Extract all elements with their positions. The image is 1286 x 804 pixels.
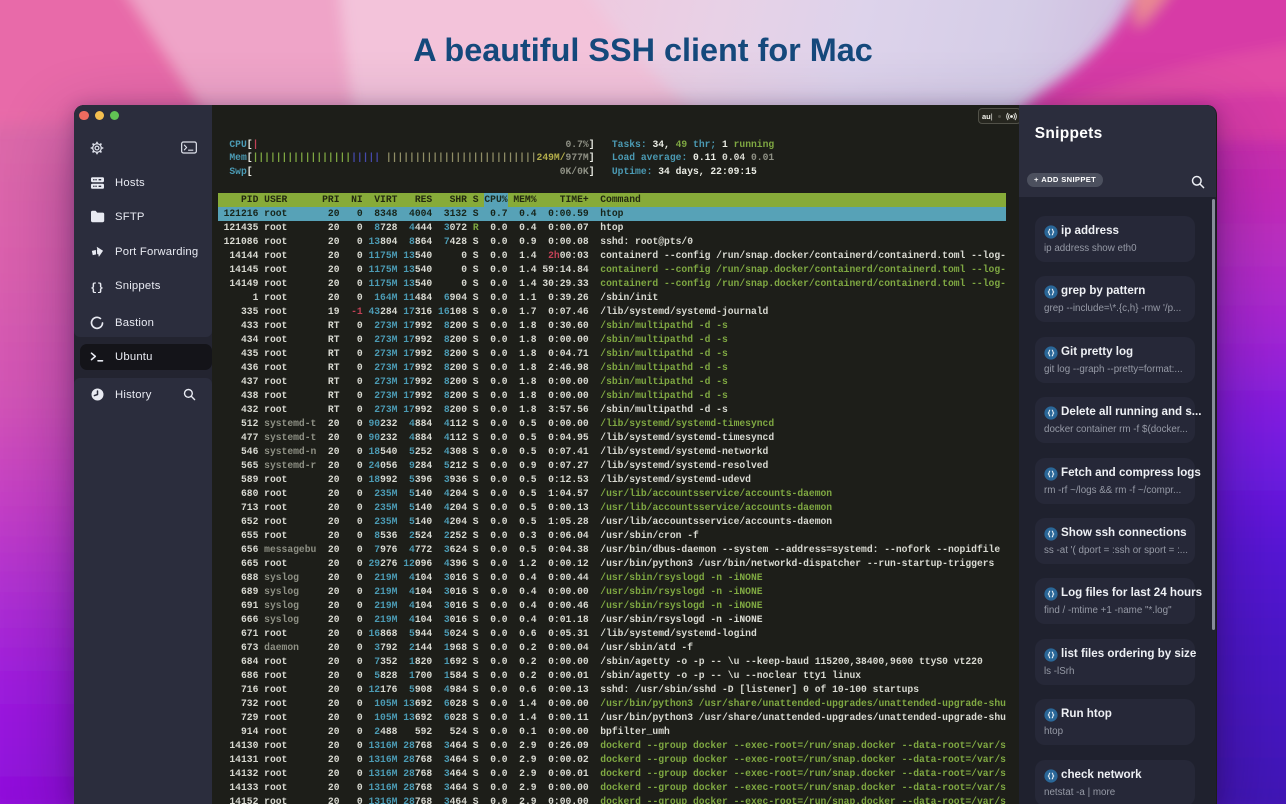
svg-text:{}: {} bbox=[90, 282, 103, 292]
